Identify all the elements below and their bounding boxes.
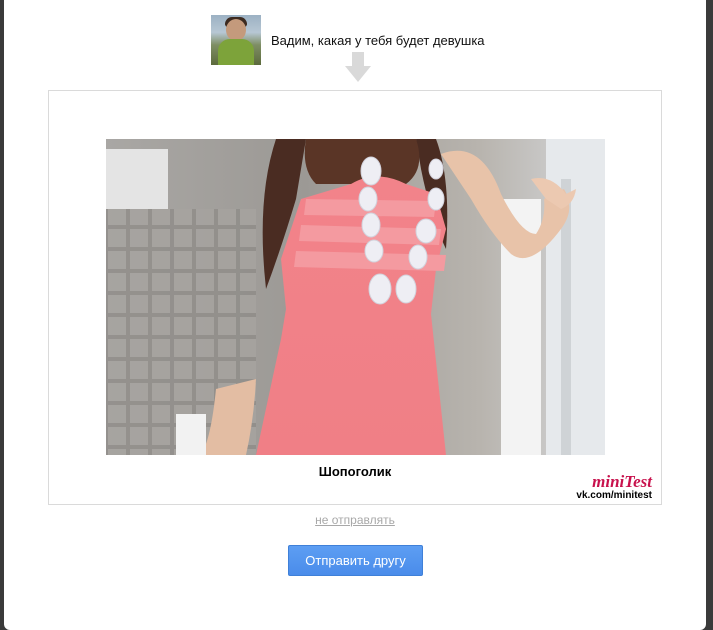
result-caption: Шопоголик <box>318 464 392 479</box>
brand-watermark: miniTest vk.com/minitest <box>576 473 652 501</box>
result-card: Шопоголик miniTest vk.com/minitest <box>48 90 662 505</box>
brand-logo: miniTest <box>592 472 652 491</box>
brand-url: vk.com/minitest <box>576 490 652 501</box>
share-dialog: Вадим, какая у тебя будет девушка Шопого… <box>4 0 706 630</box>
header-title: Вадим, какая у тебя будет девушка <box>271 32 485 48</box>
photo-girl-in-pink-dress <box>106 139 605 455</box>
arrow-down-icon <box>345 52 371 82</box>
send-to-friend-button[interactable]: Отправить другу <box>288 545 423 576</box>
do-not-send-link[interactable]: не отправлять <box>4 513 706 527</box>
avatar <box>211 15 261 65</box>
result-photo <box>106 139 605 455</box>
